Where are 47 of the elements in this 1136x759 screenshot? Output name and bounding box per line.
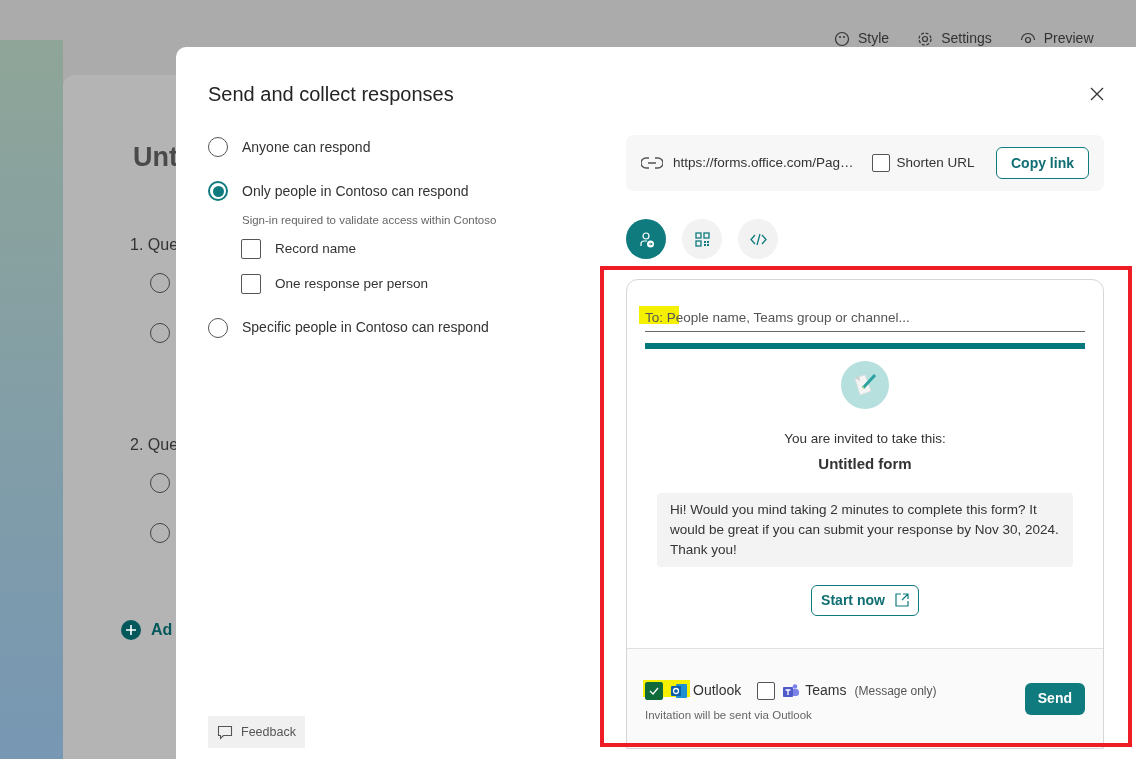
help-text: Invitation will be sent via Outlook	[645, 708, 813, 724]
help-text: Sign-in required to validate access within Contoso	[242, 213, 498, 228]
add-new-link[interactable]: Ad	[151, 618, 173, 642]
form-name-heading: Untitled form	[818, 454, 912, 475]
radio-label: Anyone can respond	[242, 137, 371, 157]
send-button[interactable]: Send	[1024, 682, 1085, 715]
speech-bubble-icon	[217, 724, 233, 740]
toolbar-preview-button[interactable]: Preview	[1019, 28, 1094, 49]
qr-code-icon	[693, 230, 711, 248]
document-pencil-icon	[841, 361, 889, 409]
link-icon	[641, 157, 663, 169]
radio-label: Only people in Contoso can respond	[242, 181, 469, 201]
start-now-button[interactable]: Start now	[811, 584, 919, 616]
dialog-title: Send and collect responses	[208, 82, 454, 107]
embed-tab[interactable]	[738, 219, 778, 259]
checkbox[interactable]	[871, 154, 890, 172]
toolbar-settings-button[interactable]: Settings	[917, 28, 992, 49]
checkmark-icon	[649, 686, 659, 695]
message-text: Hi! Would you mind taking 2 minutes to complete this form? It would be great if you can submit your response by Nov 30, 2024. Thank you!	[657, 492, 1073, 567]
form-title: Unt	[133, 141, 178, 174]
copy-link-button[interactable]: Copy link	[996, 147, 1089, 179]
plus-icon	[121, 620, 141, 640]
palette-icon	[834, 30, 850, 47]
invite-tab[interactable]	[626, 219, 666, 259]
link-url: https://forms.office.com/Pag…	[673, 153, 854, 172]
close-icon[interactable]	[1090, 87, 1104, 101]
radio-button[interactable]	[208, 181, 228, 201]
checkbox-label: Shorten URL	[896, 153, 975, 172]
channel-note: (Message only)	[854, 682, 937, 700]
toolbar-style-button[interactable]: Style	[834, 28, 890, 49]
external-link-icon	[894, 593, 909, 608]
checkbox-label: Record name	[275, 240, 357, 259]
channel-label: Outlook	[693, 681, 742, 701]
feedback-button[interactable]: Feedback	[208, 716, 305, 748]
question-title: 1. Que	[130, 235, 179, 255]
people-icon	[783, 682, 800, 699]
radio-label: Specific people in Contoso can respond	[242, 318, 489, 338]
person-send-icon	[637, 230, 655, 248]
checkbox[interactable]	[241, 273, 261, 294]
invite-text: You are invited to take this:	[784, 430, 946, 448]
settings-icon	[917, 30, 934, 47]
checkbox[interactable]	[241, 239, 261, 260]
qr-tab[interactable]	[682, 219, 722, 259]
channel-label: Teams	[805, 681, 847, 701]
question-title: 2. Que	[130, 435, 179, 455]
checkbox[interactable]	[757, 681, 776, 700]
checkbox-label: One response per person	[275, 274, 429, 293]
